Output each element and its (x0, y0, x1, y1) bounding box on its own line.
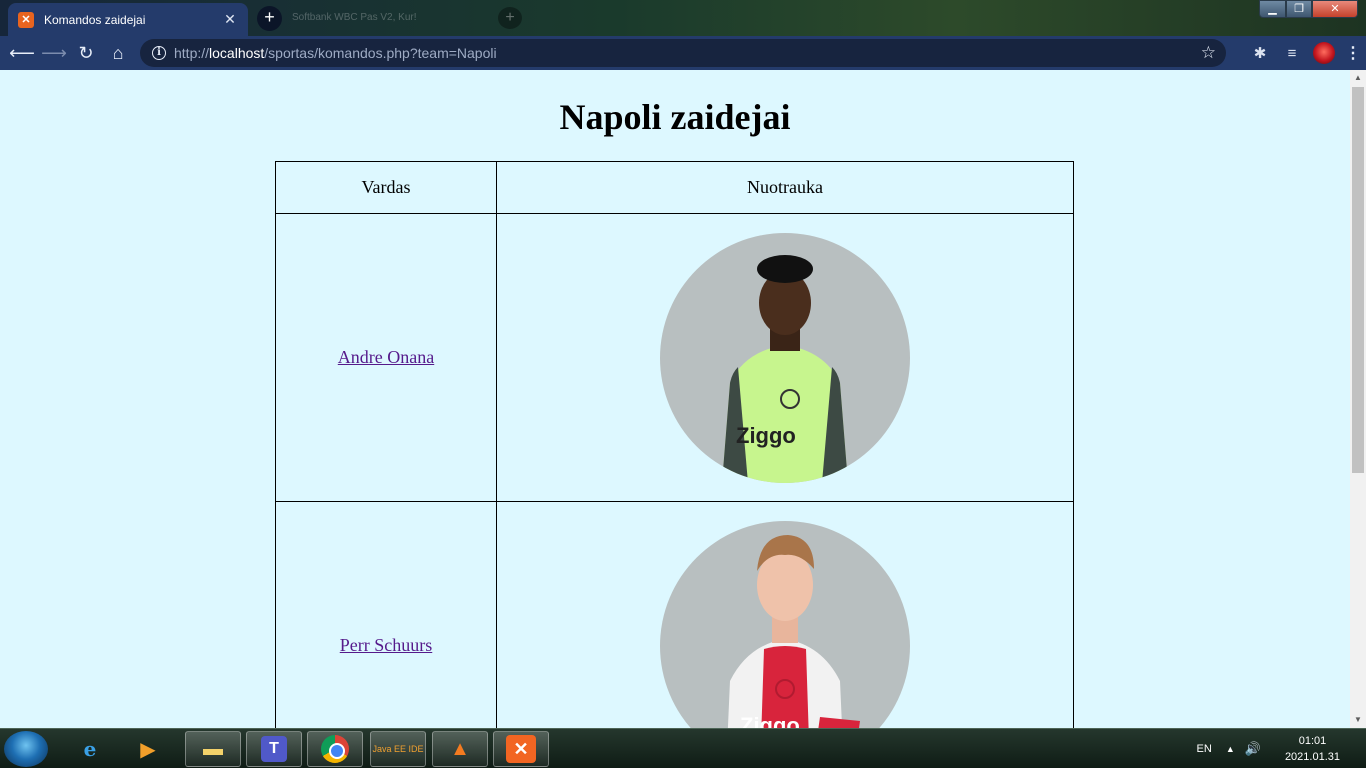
minimize-button[interactable]: ▁ (1259, 0, 1286, 18)
url-scheme: http:// (174, 45, 210, 61)
system-tray: EN ▲ 🔊 01:01 2021.01.31 (1197, 729, 1366, 768)
home-button[interactable]: ⌂ (102, 37, 134, 69)
menu-icon[interactable]: ⋮ (1340, 43, 1366, 63)
media-player-icon[interactable]: ▶ (120, 731, 176, 767)
maximize-button[interactable]: ❐ (1286, 0, 1312, 18)
header-photo: Nuotrauka (496, 161, 1074, 214)
table-header-row: Vardas Nuotrauka (275, 161, 1074, 214)
window-controls: ▁ ❐ ✕ (1259, 0, 1358, 18)
volume-icon[interactable]: 🔊 (1245, 741, 1261, 757)
clock-date: 2021.01.31 (1284, 751, 1340, 763)
browser-toolbar: ⟵ ⟶ ↻ ⌂ i http://localhost/sportas/koman… (0, 36, 1366, 70)
language-indicator[interactable]: EN (1197, 743, 1212, 755)
file-explorer-icon[interactable]: ▬ (185, 731, 241, 767)
table-row: Perr Schuurs Ziggo (275, 501, 1074, 729)
reload-button[interactable]: ↻ (70, 37, 102, 69)
header-name: Vardas (275, 161, 497, 214)
chrome-icon[interactable] (307, 731, 363, 767)
address-bar[interactable]: i http://localhost/sportas/komandos.php?… (140, 39, 1226, 67)
player-photo: Ziggo (660, 232, 910, 483)
xampp-favicon-icon: ✕ (18, 11, 34, 28)
tab-close-icon[interactable]: ✕ (222, 11, 238, 28)
close-window-button[interactable]: ✕ (1312, 0, 1358, 18)
page-viewport: Napoli zaidejai Vardas Nuotrauka Andre O… (0, 70, 1350, 728)
media-queue-icon[interactable]: ≡ (1276, 45, 1308, 62)
scroll-thumb[interactable] (1352, 87, 1364, 473)
forward-button[interactable]: ⟶ (38, 37, 70, 69)
page-scrollbar[interactable]: ▲ ▼ (1350, 70, 1366, 728)
browser-titlebar: ✕ Komandos zaidejai ✕ + Softbank WBC Pas… (0, 0, 1366, 36)
bookmark-star-icon[interactable]: ☆ (1201, 43, 1216, 63)
player-link[interactable]: Andre Onana (338, 347, 434, 367)
url-host: localhost (209, 45, 265, 61)
windows-taskbar: e ▶ ▬ T Java EE IDE ▲ ✕ EN ▲ 🔊 01:01 202… (0, 728, 1366, 768)
background-new-tab-icon: + (498, 7, 522, 29)
tab-komandos[interactable]: ✕ Komandos zaidejai ✕ (8, 3, 248, 36)
extensions-icon[interactable]: ✱ (1244, 44, 1276, 62)
player-photo: Ziggo (660, 520, 910, 729)
start-button[interactable] (4, 731, 48, 767)
scroll-up-arrow-icon[interactable]: ▲ (1350, 70, 1366, 86)
xampp-icon[interactable]: ✕ (493, 731, 549, 767)
svg-text:Ziggo: Ziggo (740, 713, 800, 729)
player-name-cell: Perr Schuurs (275, 501, 497, 728)
player-photo-cell: Ziggo (496, 501, 1074, 729)
teams-icon[interactable]: T (246, 731, 302, 767)
profile-avatar[interactable] (1313, 42, 1335, 64)
player-photo-cell: Ziggo (496, 213, 1074, 502)
java-ee-ide-icon[interactable]: Java EE IDE (370, 731, 426, 767)
table-row: Andre Onana Ziggo (275, 213, 1074, 502)
scroll-down-arrow-icon[interactable]: ▼ (1350, 712, 1366, 728)
page-title: Napoli zaidejai (559, 97, 791, 137)
tab-title: Komandos zaidejai (44, 12, 146, 27)
back-button[interactable]: ⟵ (6, 37, 38, 69)
new-tab-button[interactable]: + (257, 6, 282, 31)
clock-time: 01:01 (1298, 735, 1327, 747)
extension-area: ✱ ≡ ⋮ (1244, 36, 1366, 70)
url-path: /sportas/komandos.php?team=Napoli (264, 45, 497, 61)
clock[interactable]: 01:01 2021.01.31 (1285, 733, 1340, 765)
svg-text:Ziggo: Ziggo (736, 423, 796, 448)
player-name-cell: Andre Onana (275, 213, 497, 502)
player-link[interactable]: Perr Schuurs (340, 635, 433, 655)
vlc-icon[interactable]: ▲ (432, 731, 488, 767)
info-icon[interactable]: i (152, 46, 166, 60)
players-table: Vardas Nuotrauka Andre Onana Ziggo Perr … (275, 161, 1074, 728)
internet-explorer-icon[interactable]: e (62, 731, 118, 767)
background-tab[interactable]: Softbank WBC Pas V2, Kur! (288, 8, 488, 28)
show-hidden-icons-icon[interactable]: ▲ (1226, 744, 1235, 754)
